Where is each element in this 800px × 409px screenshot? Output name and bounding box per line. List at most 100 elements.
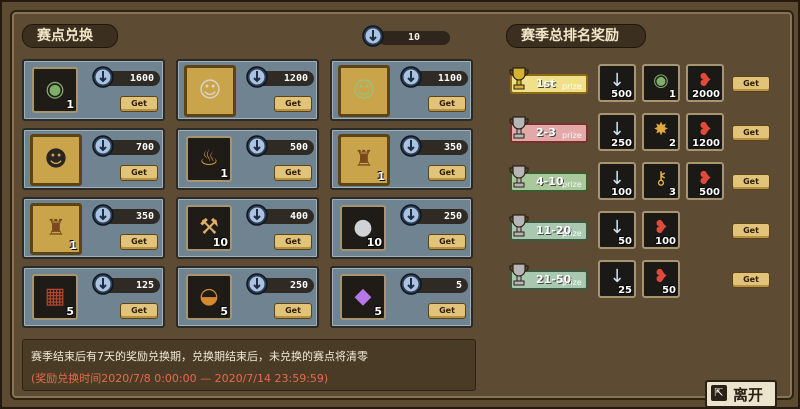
green-warrior-portrait-icon: ☺ — [352, 78, 376, 103]
reward-quantity: 1 — [669, 89, 676, 100]
trophy-icon — [509, 263, 529, 286]
get-button[interactable]: Get — [274, 96, 312, 112]
leave-button[interactable]: ⇱ 离开 — [705, 380, 777, 408]
rank-badge: 1st prize — [509, 67, 588, 94]
exit-icon: ⇱ — [711, 385, 727, 401]
get-button[interactable]: Get — [428, 303, 466, 319]
points-exchange-title: 赛点兑换 — [22, 24, 118, 48]
point-coin-icon — [400, 135, 422, 157]
rank-label: 2-3 — [536, 126, 556, 139]
item-thumbnail: ♜ 1 — [338, 134, 390, 186]
prize-label: prize — [562, 131, 582, 140]
reward-slot: ❥ 100 — [642, 211, 680, 249]
item-quantity: 1 — [377, 170, 385, 183]
point-coin-icon — [92, 204, 114, 226]
reward-slot: ❥ 500 — [686, 162, 724, 200]
points-balance: 10 — [362, 25, 452, 47]
prize-label: prize — [562, 180, 582, 189]
game-window: 赛点兑换 赛季总排名奖励 10 ◉ 1 1600 Get ☺ 1200 Get ☺ 1100 Ge… — [0, 0, 800, 409]
get-button[interactable]: Get — [120, 165, 158, 181]
trophy-icon — [509, 214, 529, 237]
exchange-notice: 赛季结束后有7天的奖励兑换期，兑换期结束后，未兑换的赛点将清零 (奖励兑换时间2… — [22, 339, 476, 391]
rank-badge: 11-20 prize — [509, 214, 588, 241]
get-button[interactable]: Get — [428, 234, 466, 250]
exchange-item-card: ♜ 1 350 Get — [22, 197, 165, 259]
item-thumbnail: ◉ 1 — [32, 67, 78, 113]
point-coin-icon — [362, 25, 384, 47]
get-button[interactable]: Get — [274, 165, 312, 181]
reward-slot: ◉ 1 — [642, 64, 680, 102]
rank-label: 1st — [536, 77, 556, 90]
reward-slot: ↓ 100 — [598, 162, 636, 200]
get-button[interactable]: Get — [274, 234, 312, 250]
reward-slot: ↓ 25 — [598, 260, 636, 298]
notice-text: 赛季结束后有7天的奖励兑换期，兑换期结束后，未兑换的赛点将清零 — [31, 350, 368, 363]
trophy-icon — [509, 116, 529, 139]
exchange-item-card: ● 10 250 Get — [330, 197, 473, 259]
item-thumbnail: ☺ — [184, 65, 236, 117]
rank-get-button[interactable]: Get — [732, 174, 770, 190]
reward-slot: ✸ 2 — [642, 113, 680, 151]
reward-quantity: 50 — [618, 236, 632, 247]
item-quantity: 10 — [366, 236, 382, 249]
rank-badge: 21-50 prize — [509, 263, 588, 290]
item-quantity: 1 — [220, 167, 228, 180]
get-button[interactable]: Get — [120, 303, 158, 319]
point-coin-icon — [92, 135, 114, 157]
exchange-item-card: ◆ 5 5 Get — [330, 266, 473, 328]
reward-quantity: 500 — [611, 89, 632, 100]
reward-slot: ↓ 500 — [598, 64, 636, 102]
elder-portrait-icon: ☺ — [198, 78, 222, 103]
item-thumbnail: ♜ 1 — [30, 203, 82, 255]
point-coin-icon — [400, 66, 422, 88]
prize-label: prize — [562, 82, 582, 91]
reward-slot: ❥ 2000 — [686, 64, 724, 102]
point-coin-icon — [400, 204, 422, 226]
exchange-item-card: ♨ 1 500 Get — [176, 128, 319, 190]
rank-get-button[interactable]: Get — [732, 272, 770, 288]
get-button[interactable]: Get — [120, 96, 158, 112]
reward-slot: ↓ 50 — [598, 211, 636, 249]
rank-get-button[interactable]: Get — [732, 76, 770, 92]
reward-quantity: 250 — [611, 138, 632, 149]
get-button[interactable]: Get — [274, 303, 312, 319]
reward-quantity: 25 — [618, 285, 632, 296]
trophy-icon — [509, 67, 529, 90]
rank-get-button[interactable]: Get — [732, 223, 770, 239]
girl-portrait-icon: ☻ — [44, 147, 68, 172]
item-thumbnail: ⚒ 10 — [186, 205, 232, 251]
reward-quantity: 2000 — [692, 89, 720, 100]
exchange-item-card: ⚒ 10 400 Get — [176, 197, 319, 259]
item-thumbnail: ▦ 5 — [32, 274, 78, 320]
item-thumbnail: ☻ — [30, 134, 82, 186]
rank-label: 4-10 — [536, 175, 564, 188]
item-thumbnail: ♨ 1 — [186, 136, 232, 182]
get-button[interactable]: Get — [120, 234, 158, 250]
get-button[interactable]: Get — [428, 96, 466, 112]
balance-value: 10 — [378, 31, 450, 45]
point-coin-icon — [246, 273, 268, 295]
rank-badge: 2-3 prize — [509, 116, 588, 143]
exchange-item-card: ◒ 5 250 Get — [176, 266, 319, 328]
prize-label: prize — [562, 229, 582, 238]
exchange-item-card: ▦ 5 125 Get — [22, 266, 165, 328]
reward-quantity: 50 — [662, 285, 676, 296]
trophy-icon — [509, 165, 529, 188]
exchange-item-card: ◉ 1 1600 Get — [22, 59, 165, 121]
item-thumbnail: ◆ 5 — [340, 274, 386, 320]
point-coin-icon — [400, 273, 422, 295]
rank-get-button[interactable]: Get — [732, 125, 770, 141]
leave-label: 离开 — [733, 386, 764, 404]
reward-quantity: 2 — [669, 138, 676, 149]
reward-slot: ❥ 50 — [642, 260, 680, 298]
item-thumbnail: ● 10 — [340, 205, 386, 251]
point-coin-icon — [92, 66, 114, 88]
point-coin-icon — [92, 273, 114, 295]
point-coin-icon — [246, 66, 268, 88]
item-quantity: 1 — [66, 98, 74, 111]
exchange-item-card: ☻ 700 Get — [22, 128, 165, 190]
get-button[interactable]: Get — [428, 165, 466, 181]
exchange-item-card: ☺ 1100 Get — [330, 59, 473, 121]
item-quantity: 1 — [69, 239, 77, 252]
rank-badge: 4-10 prize — [509, 165, 588, 192]
